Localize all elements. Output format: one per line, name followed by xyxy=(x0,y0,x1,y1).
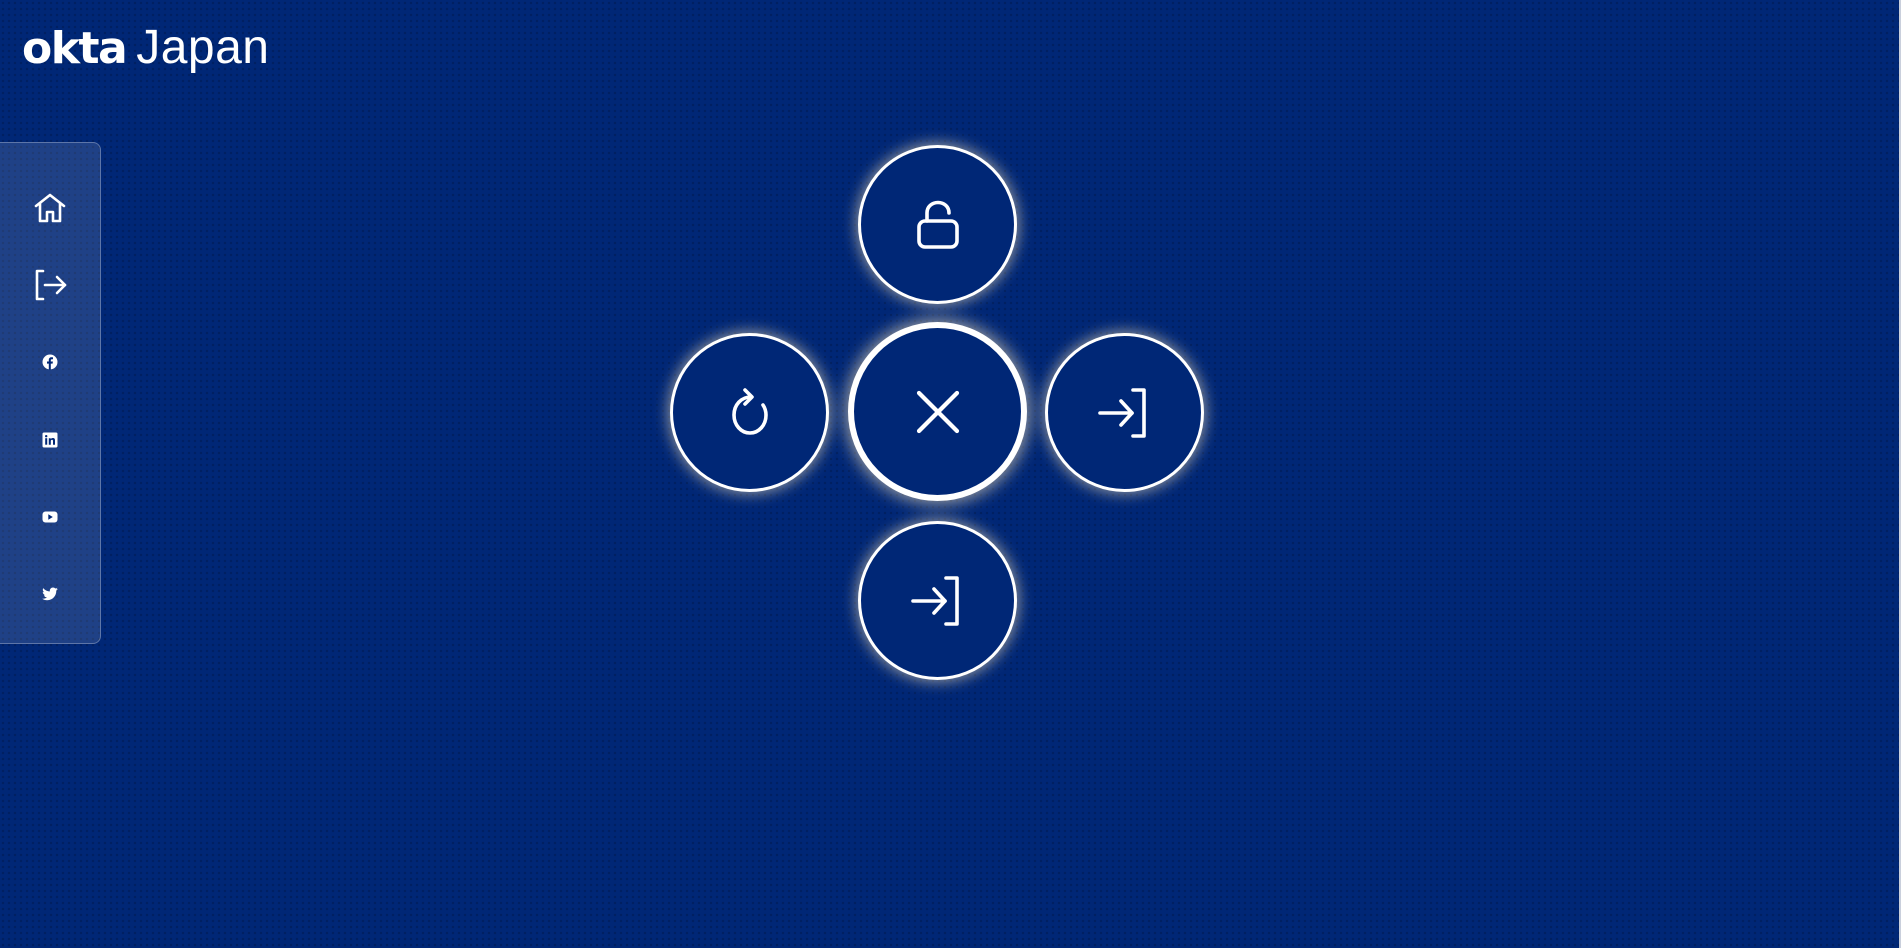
sidebar-item-linkedin[interactable] xyxy=(20,411,80,468)
unlock-button[interactable] xyxy=(858,145,1017,304)
home-icon xyxy=(34,193,66,222)
sign-out-icon xyxy=(35,269,67,301)
linkedin-icon xyxy=(42,432,58,448)
close-icon xyxy=(916,390,959,433)
youtube-icon xyxy=(42,511,58,523)
facebook-icon xyxy=(42,354,58,370)
sign-in-icon xyxy=(910,575,959,626)
close-button[interactable] xyxy=(848,322,1027,501)
refresh-icon xyxy=(731,387,768,435)
sign-in-icon xyxy=(1097,387,1146,438)
sidebar-item-twitter[interactable] xyxy=(20,566,80,623)
sidebar-item-sign-out[interactable] xyxy=(20,256,80,313)
sidebar-item-facebook[interactable] xyxy=(20,334,80,391)
sign-in-button-right[interactable] xyxy=(1045,333,1204,492)
twitter-icon xyxy=(42,587,58,601)
logo-region: Japan xyxy=(136,21,270,74)
refresh-button[interactable] xyxy=(670,333,829,492)
okta-japan-logo: okta Japan xyxy=(22,24,270,72)
logo-wordmark: okta xyxy=(22,23,128,74)
sign-in-button-bottom[interactable] xyxy=(858,521,1017,680)
sidebar xyxy=(0,142,101,644)
sidebar-item-youtube[interactable] xyxy=(20,488,80,545)
unlock-icon xyxy=(916,200,959,249)
sidebar-item-home[interactable] xyxy=(20,179,80,236)
